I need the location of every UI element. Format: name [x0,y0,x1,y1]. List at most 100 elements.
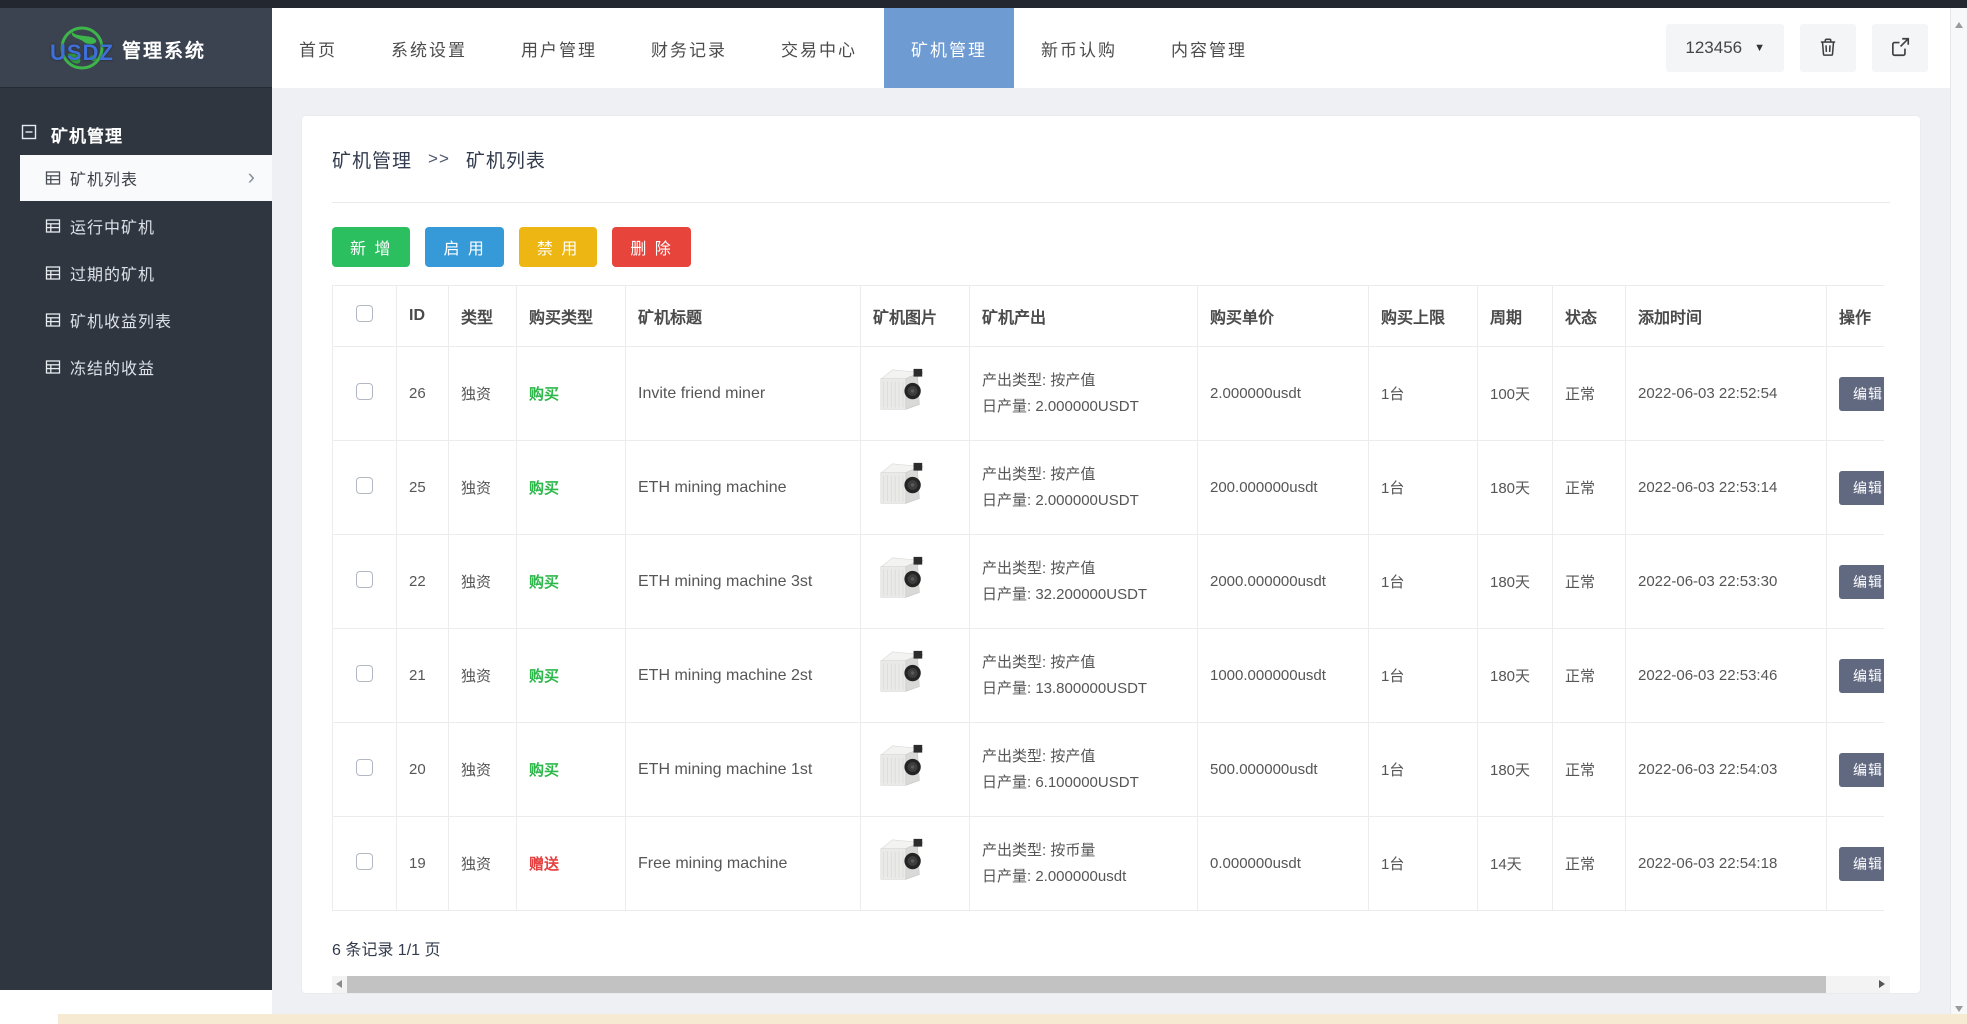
cell-price: 500.000000usdt [1198,723,1369,817]
cell-limit: 1台 [1369,723,1478,817]
cell-id: 20 [397,723,449,817]
edit-button[interactable]: 编辑 [1839,753,1884,787]
edit-button[interactable]: 编辑 [1839,377,1884,411]
row-checkbox[interactable] [356,571,373,588]
cell-id: 19 [397,817,449,911]
scroll-right-arrow-icon[interactable] [1879,980,1885,988]
nav-tab-finance-records[interactable]: 财务记录 [624,8,754,88]
nav-tab-home[interactable]: 首页 [272,8,364,88]
cell-created: 2022-06-03 22:53:46 [1626,629,1827,723]
sidebar-item-label: 运行中矿机 [70,214,155,238]
output-type-text: 产出类型: 按产值 [982,556,1197,582]
cell-output: 产出类型: 按产值 日产量: 6.100000USDT [970,723,1198,817]
row-checkbox[interactable] [356,665,373,682]
sidebar-item-label: 冻结的收益 [70,355,155,379]
edit-button[interactable]: 编辑 [1839,471,1884,505]
sidebar-item-miner-list[interactable]: 矿机列表 › [20,155,272,201]
edit-button[interactable]: 编辑 [1839,847,1884,881]
cell-image [861,817,970,911]
row-checkbox-cell [333,347,397,441]
cell-type: 独资 [449,629,517,723]
nav-tab-user-management[interactable]: 用户管理 [494,8,624,88]
table-row: 19 独资 赠送 Free mining machine [333,817,1885,911]
table-row: 25 独资 购买 ETH mining machine [333,441,1885,535]
breadcrumb-parent[interactable]: 矿机管理 [332,146,412,173]
cell-title: ETH mining machine 2st [626,629,861,723]
row-checkbox-cell [333,535,397,629]
row-checkbox[interactable] [356,383,373,400]
cell-buy-type: 赠送 [517,817,626,911]
enable-button[interactable]: 启 用 [425,227,503,267]
row-checkbox[interactable] [356,477,373,494]
cell-price: 0.000000usdt [1198,817,1369,911]
header-checkbox-cell [333,286,397,347]
row-checkbox[interactable] [356,853,373,870]
miner-list-card: 矿机管理 >> 矿机列表 新 增 启 用 禁 用 删 除 [302,116,1920,993]
nav-tab-miner-management[interactable]: 矿机管理 [884,8,1014,88]
miner-image [873,405,931,422]
table-row: 22 独资 购买 ETH mining machine 3st [333,535,1885,629]
table-row: 21 独资 购买 ETH mining machine 2st [333,629,1885,723]
brand-logo: USDZ 管理系统 [0,8,272,88]
trash-button[interactable] [1800,24,1856,72]
horizontal-scrollbar-thumb[interactable] [347,976,1826,993]
export-button[interactable] [1872,24,1928,72]
cell-title: Invite friend miner [626,347,861,441]
cell-id: 22 [397,535,449,629]
output-type-text: 产出类型: 按币量 [982,838,1197,864]
row-checkbox[interactable] [356,759,373,776]
sidebar-section-miner-management[interactable]: 矿机管理 [0,113,272,155]
cell-created: 2022-06-03 22:54:18 [1626,817,1827,911]
scroll-down-arrow-icon[interactable] [1955,1006,1963,1012]
cell-status: 正常 [1553,629,1626,723]
disable-button[interactable]: 禁 用 [519,227,597,267]
cell-actions: 编辑 [1827,723,1885,817]
nav-tab-new-coin-subscription[interactable]: 新币认购 [1014,8,1144,88]
nav-tabs: 首页 系统设置 用户管理 财务记录 交易中心 矿机管理 新币认购 内容管理 [272,8,1274,88]
scroll-up-arrow-icon[interactable] [1955,22,1963,28]
content-area: 矿机管理 >> 矿机列表 新 增 启 用 禁 用 删 除 [272,88,1950,1024]
cell-id: 25 [397,441,449,535]
cell-limit: 1台 [1369,817,1478,911]
breadcrumb-current: 矿机列表 [466,146,546,173]
cell-status: 正常 [1553,817,1626,911]
delete-button[interactable]: 删 除 [612,227,690,267]
page-vertical-scrollbar[interactable] [1950,8,1967,1024]
chevron-right-icon: › [248,164,256,190]
header-actions: 操作 [1827,286,1885,347]
cell-status: 正常 [1553,535,1626,629]
horizontal-scrollbar[interactable] [332,976,1890,993]
table-row: 20 独资 购买 ETH mining machine 1st [333,723,1885,817]
cell-image [861,347,970,441]
sidebar-item-frozen-income[interactable]: 冻结的收益 [0,343,272,390]
cell-cycle: 180天 [1478,723,1553,817]
miner-image [873,781,931,798]
list-icon [45,312,61,328]
header-image: 矿机图片 [861,286,970,347]
cell-status: 正常 [1553,723,1626,817]
add-button[interactable]: 新 增 [332,227,410,267]
cell-actions: 编辑 [1827,441,1885,535]
cell-created: 2022-06-03 22:52:54 [1626,347,1827,441]
nav-tab-trade-center[interactable]: 交易中心 [754,8,884,88]
sidebar-item-expired-miners[interactable]: 过期的矿机 [0,249,272,296]
cell-output: 产出类型: 按产值 日产量: 2.000000USDT [970,347,1198,441]
sidebar-item-miner-income-list[interactable]: 矿机收益列表 [0,296,272,343]
account-dropdown[interactable]: 123456 ▼ [1666,24,1784,72]
window-bottom-strip [58,1014,1967,1024]
cell-type: 独资 [449,441,517,535]
sidebar-item-running-miners[interactable]: 运行中矿机 [0,202,272,249]
cell-type: 独资 [449,817,517,911]
cell-actions: 编辑 [1827,817,1885,911]
nav-tab-system-settings[interactable]: 系统设置 [364,8,494,88]
cell-price: 1000.000000usdt [1198,629,1369,723]
edit-button[interactable]: 编辑 [1839,565,1884,599]
select-all-checkbox[interactable] [356,305,373,322]
edit-button[interactable]: 编辑 [1839,659,1884,693]
nav-tab-content-management[interactable]: 内容管理 [1144,8,1274,88]
miner-table-container: ID 类型 购买类型 矿机标题 矿机图片 矿机产出 购买单价 购买上限 周期 状… [332,285,1884,911]
output-type-text: 产出类型: 按产值 [982,744,1197,770]
account-label: 123456 [1685,38,1742,58]
daily-output-text: 日产量: 2.000000USDT [982,488,1197,514]
scroll-left-arrow-icon[interactable] [336,980,342,988]
